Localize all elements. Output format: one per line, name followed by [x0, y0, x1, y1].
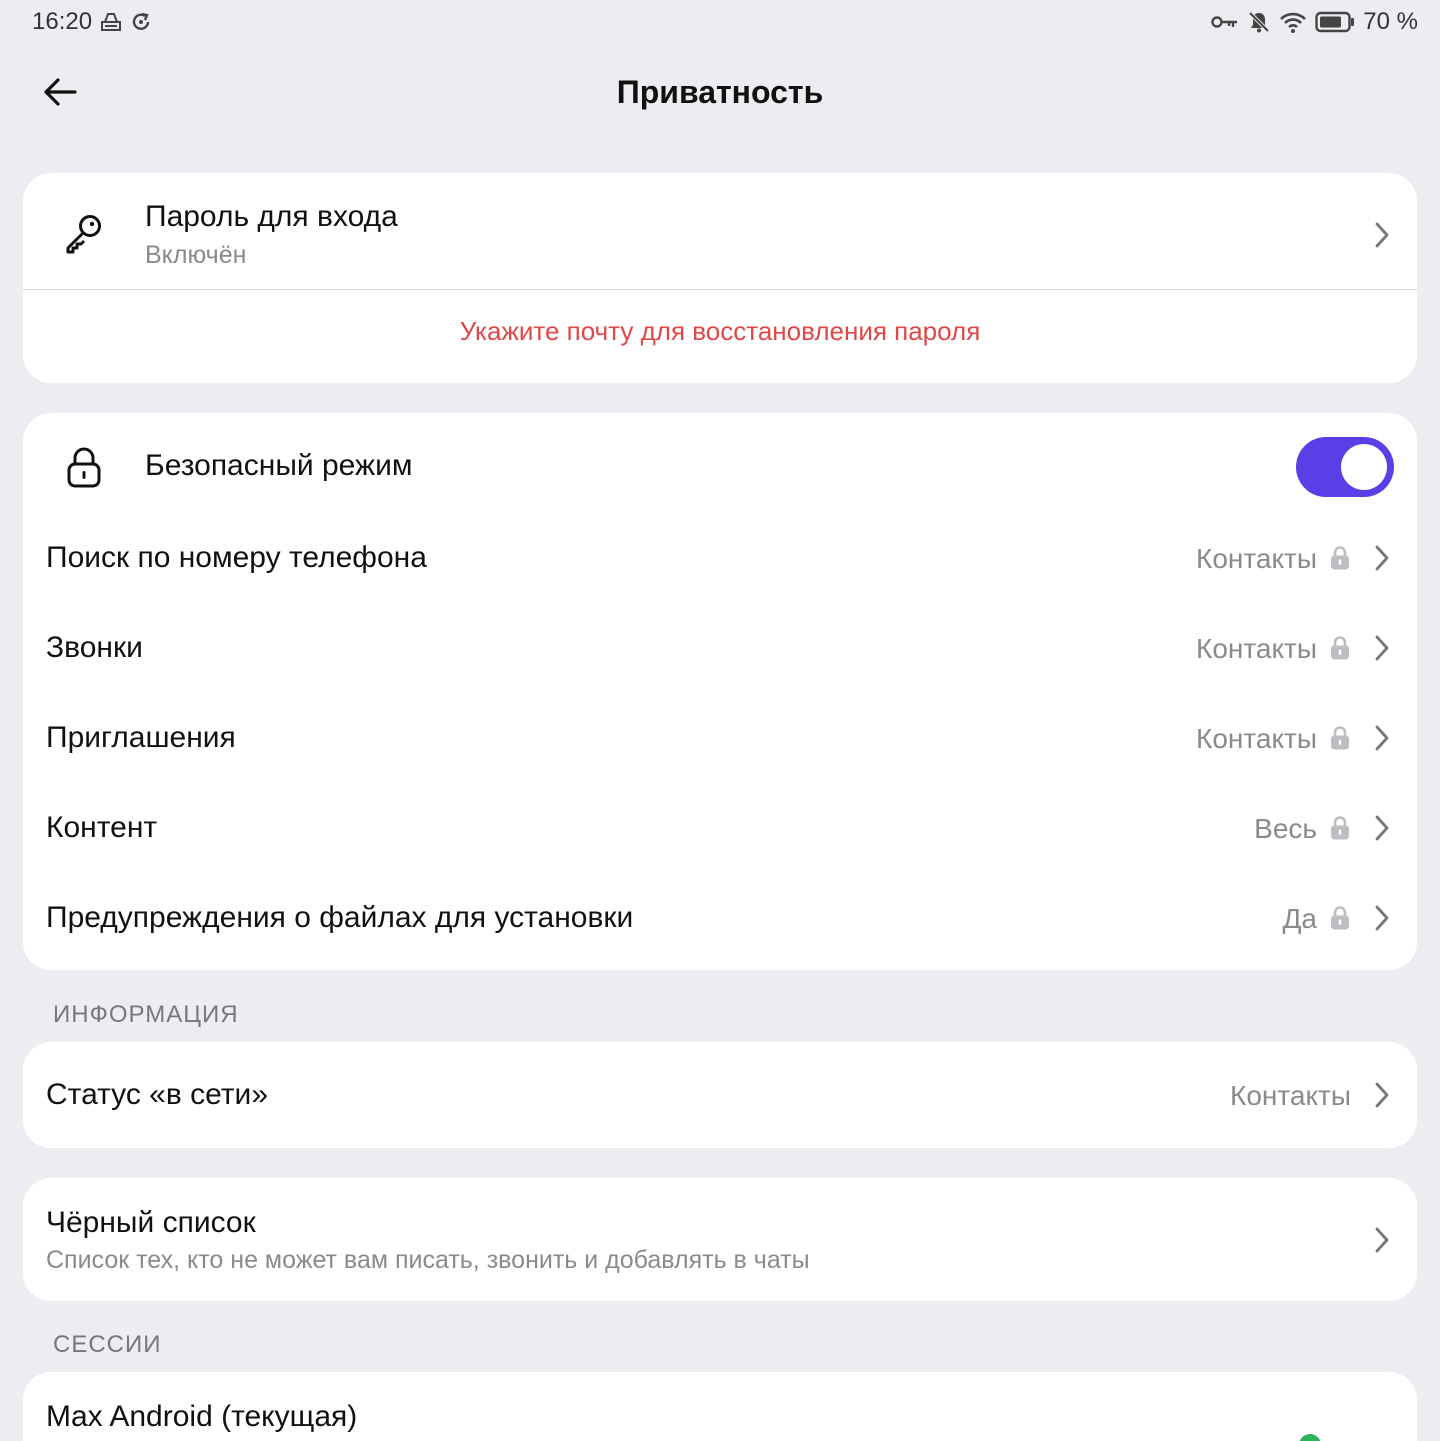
status-right: 70 %	[1211, 8, 1418, 36]
vpn-key-icon	[1211, 14, 1239, 30]
safe-mode-label: Безопасный режим	[145, 449, 413, 482]
content-label: Контент	[46, 811, 158, 844]
lock-icon	[1331, 816, 1349, 840]
recovery-email-warning[interactable]: Укажите почту для восстановления пароля	[23, 316, 1417, 347]
current-session-row[interactable]: Max Android (текущая)	[23, 1372, 1417, 1441]
toggle-knob	[1341, 444, 1387, 490]
chevron-right-icon	[1375, 905, 1389, 931]
blacklist-title: Чёрный список	[46, 1206, 256, 1239]
calls-value: Контакты	[1196, 633, 1317, 664]
online-indicator	[1299, 1434, 1321, 1441]
status-time: 16:20	[32, 8, 93, 35]
blacklist-card: Чёрный список Список тех, кто не может в…	[23, 1178, 1417, 1301]
header: Приватность	[0, 56, 1440, 132]
online-status-row[interactable]: Статус «в сети» Контакты	[23, 1042, 1417, 1148]
lock-icon	[1331, 636, 1349, 660]
current-session-title: Max Android (текущая)	[46, 1400, 358, 1433]
invitations-value: Контакты	[1196, 723, 1317, 754]
lock-icon	[61, 444, 107, 490]
install-warnings-value: Да	[1282, 903, 1317, 934]
safe-mode-row: Безопасный режим	[23, 413, 1417, 521]
calls-row[interactable]: Звонки Контакты	[23, 603, 1417, 693]
chevron-right-icon	[1375, 1227, 1389, 1253]
section-label-info: ИНФОРМАЦИЯ	[53, 1001, 239, 1028]
blacklist-subtitle: Список тех, кто не может вам писать, зво…	[46, 1246, 810, 1274]
bell-off-icon	[1247, 10, 1271, 34]
chevron-right-icon	[1375, 725, 1389, 751]
safe-mode-card: Безопасный режим Поиск по номеру телефон…	[23, 413, 1417, 970]
sync-icon	[130, 11, 152, 33]
blacklist-row[interactable]: Чёрный список Список тех, кто не может в…	[23, 1178, 1417, 1301]
chevron-right-icon	[1375, 815, 1389, 841]
safe-mode-toggle[interactable]	[1296, 437, 1394, 497]
online-status-label: Статус «в сети»	[46, 1078, 268, 1111]
password-card: Пароль для входа Включён Укажите почту д…	[23, 173, 1417, 383]
phone-search-row[interactable]: Поиск по номеру телефона Контакты	[23, 513, 1417, 603]
calls-label: Звонки	[46, 631, 143, 664]
invitations-row[interactable]: Приглашения Контакты	[23, 693, 1417, 783]
chevron-right-icon	[1375, 222, 1389, 248]
login-password-status: Включён	[145, 241, 247, 269]
section-label-sessions: СЕССИИ	[53, 1331, 162, 1358]
battery-icon	[1315, 11, 1355, 33]
chevron-right-icon	[1375, 635, 1389, 661]
status-left: 16:20	[32, 8, 152, 36]
lock-icon	[1331, 546, 1349, 570]
chevron-right-icon	[1375, 545, 1389, 571]
content-value: Весь	[1254, 813, 1317, 844]
wifi-icon	[1279, 10, 1307, 34]
phone-search-label: Поиск по номеру телефона	[46, 541, 427, 574]
install-warnings-row[interactable]: Предупреждения о файлах для установки Да	[23, 873, 1417, 963]
invitations-label: Приглашения	[46, 721, 236, 754]
battery-percent: 70 %	[1363, 8, 1418, 35]
login-password-title: Пароль для входа	[145, 200, 398, 233]
content-row[interactable]: Контент Весь	[23, 783, 1417, 873]
chevron-right-icon	[1375, 1082, 1389, 1108]
install-warnings-label: Предупреждения о файлах для установки	[46, 901, 634, 934]
lock-icon	[1331, 906, 1349, 930]
key-icon	[61, 210, 107, 256]
lock-icon	[1331, 726, 1349, 750]
status-bar: 16:20 70 %	[0, 0, 1440, 46]
divider	[23, 289, 1417, 290]
online-status-value: Контакты	[1230, 1080, 1351, 1111]
phone-search-value: Контакты	[1196, 543, 1317, 574]
sessions-card: Max Android (текущая)	[23, 1372, 1417, 1441]
info-card: Статус «в сети» Контакты	[23, 1042, 1417, 1148]
storage-icon	[100, 11, 122, 33]
login-password-row[interactable]: Пароль для входа Включён	[23, 173, 1417, 289]
page-title: Приватность	[616, 74, 824, 110]
